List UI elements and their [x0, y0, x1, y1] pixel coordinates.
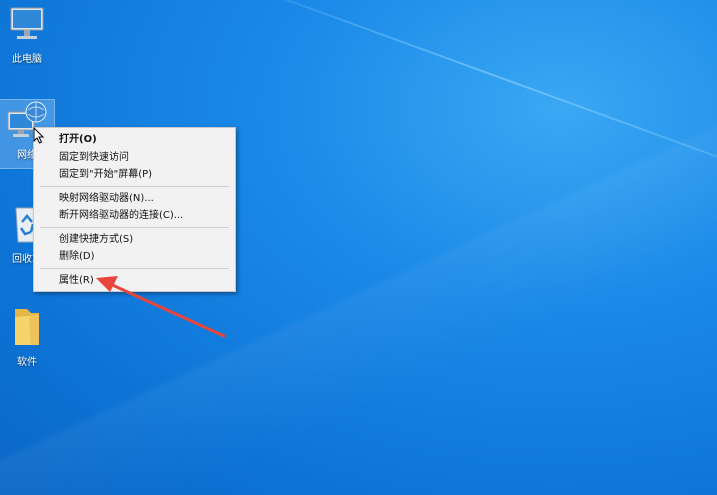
context-menu: 打开(O) 固定到快速访问 固定到"开始"屏幕(P) 映射网络驱动器(N)...… — [33, 127, 236, 292]
desktop-icon-label: 软件 — [17, 357, 37, 368]
menu-separator — [40, 227, 229, 228]
desktop-icon-label: 此电脑 — [12, 54, 42, 65]
desktop-icon-this-pc[interactable]: 此电脑 — [0, 4, 54, 65]
menu-item-pin-start[interactable]: 固定到"开始"屏幕(P) — [34, 166, 235, 184]
mouse-cursor-icon — [33, 127, 45, 144]
desktop-icon-software-folder[interactable]: 软件 — [0, 305, 54, 368]
desktop[interactable]: 此电脑 网络 回收站 软件 打开(O) 固定到快速访问 固定到"开始"屏幕(P)… — [0, 0, 717, 495]
menu-item-map-network-drive[interactable]: 映射网络驱动器(N)... — [34, 190, 235, 208]
menu-item-disconnect-network-drive[interactable]: 断开网络驱动器的连接(C)... — [34, 207, 235, 225]
menu-item-delete[interactable]: 删除(D) — [34, 248, 235, 266]
menu-item-create-shortcut[interactable]: 创建快捷方式(S) — [34, 231, 235, 249]
menu-item-properties[interactable]: 属性(R) — [34, 272, 235, 290]
menu-separator — [40, 186, 229, 187]
menu-item-open[interactable]: 打开(O) — [34, 131, 235, 149]
computer-icon — [10, 7, 44, 39]
menu-item-pin-quick-access[interactable]: 固定到快速访问 — [34, 149, 235, 167]
menu-separator — [40, 268, 229, 269]
folder-icon — [15, 309, 39, 345]
